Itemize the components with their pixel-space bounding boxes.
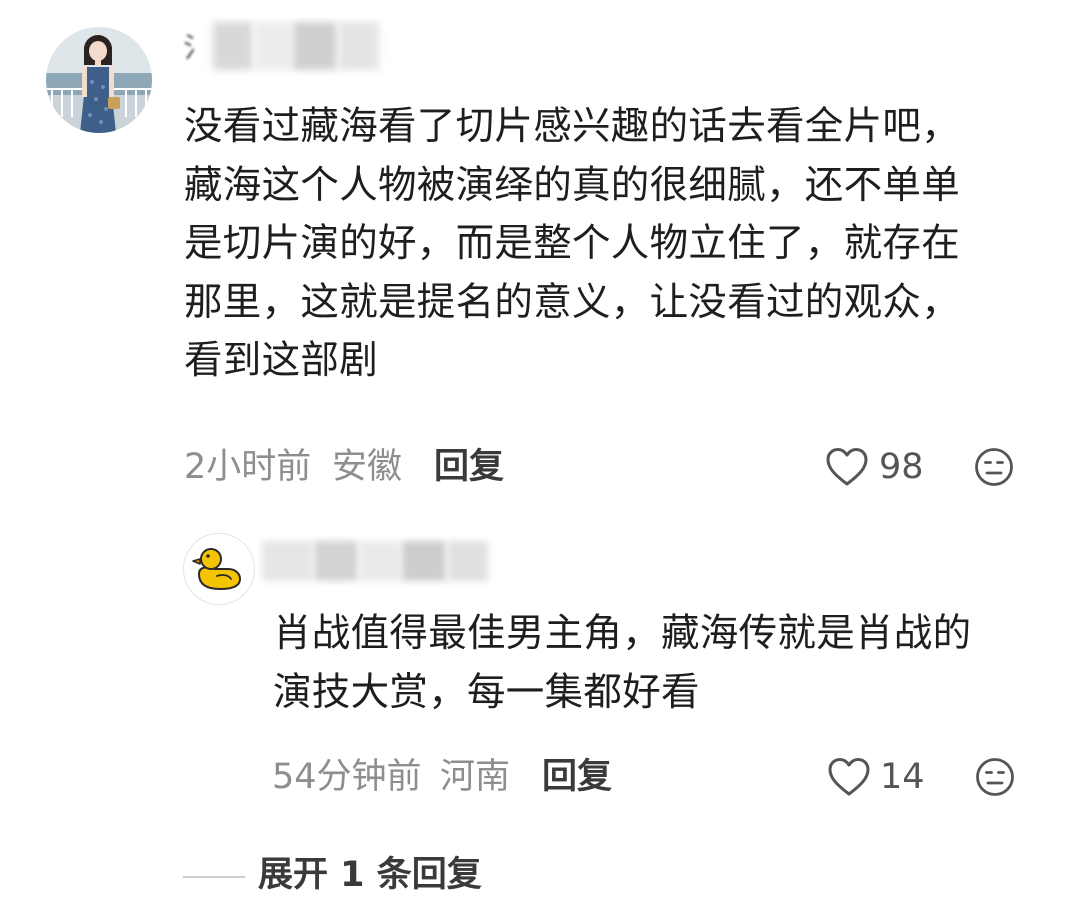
heart-outline-icon xyxy=(826,448,868,486)
commenter-name-blurred[interactable]: 氵 xyxy=(183,18,403,80)
yellow-duck-icon xyxy=(192,548,242,591)
reply-avatar[interactable] xyxy=(183,533,255,605)
reply-text: 肖战值得最佳男主角，藏海传就是肖战的 演技大赏，每一集都好看 xyxy=(273,611,972,715)
replier-name-blurred[interactable] xyxy=(258,535,528,589)
expand-divider xyxy=(183,876,245,878)
reply-emoji-react-button[interactable] xyxy=(975,757,1015,797)
emoji-face-icon xyxy=(976,758,1014,796)
heart-outline-icon xyxy=(828,758,870,796)
reply-time: 54分钟前 xyxy=(272,757,422,797)
like-count: 98 xyxy=(879,447,924,487)
reply-like-button[interactable] xyxy=(827,756,871,798)
avatar-illustration xyxy=(46,27,152,133)
comment-text: 没看过藏海看了切片感兴趣的话去看全片吧， 藏海这个人物被演绎的真的很细腻，还不单… xyxy=(184,104,961,383)
emoji-react-button[interactable] xyxy=(974,447,1014,487)
reply-reply-button[interactable]: 回复 xyxy=(542,755,612,799)
reply-location: 河南 xyxy=(440,757,511,797)
comment-reply-button[interactable]: 回复 xyxy=(434,445,504,489)
emoji-face-icon xyxy=(975,448,1013,486)
reply-like-count: 14 xyxy=(880,757,925,797)
comment-location: 安徽 xyxy=(332,447,403,487)
expand-replies-button[interactable]: 展开 1 条回复 xyxy=(258,853,482,897)
commenter-avatar[interactable] xyxy=(46,27,152,133)
comment-time: 2小时前 xyxy=(184,447,312,487)
like-button[interactable] xyxy=(825,446,869,488)
